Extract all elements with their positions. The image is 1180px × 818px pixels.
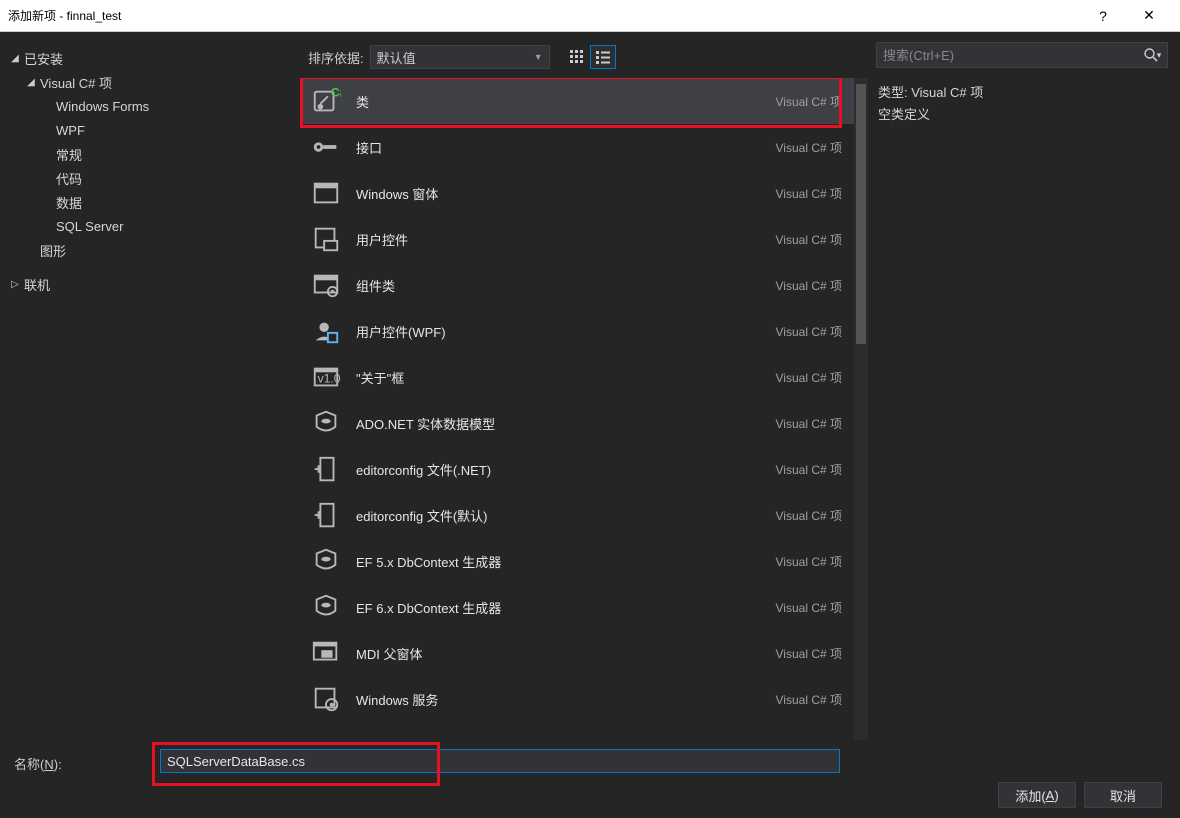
tree-child[interactable]: 常规 (8, 142, 300, 166)
template-name: 用户控件(WPF) (356, 322, 776, 341)
template-icon (308, 221, 344, 257)
search-icon[interactable]: ▾ (1141, 44, 1163, 66)
sort-label: 排序依据: (308, 48, 364, 67)
template-lang: Visual C# 项 (776, 369, 842, 386)
template-name: 接口 (356, 138, 776, 157)
tree-graphics[interactable]: 图形 (8, 238, 300, 262)
title-bar: 添加新项 - finnal_test ? ✕ (0, 0, 1180, 32)
template-row[interactable]: v1.0 "关于"框Visual C# 项 (300, 354, 854, 400)
template-lang: Visual C# 项 (776, 231, 842, 248)
template-name: Windows 服务 (356, 690, 776, 709)
tree-child[interactable]: 数据 (8, 190, 300, 214)
template-lang: Visual C# 项 (776, 691, 842, 708)
sort-value: 默认值 (377, 48, 416, 67)
template-lang: Visual C# 项 (776, 507, 842, 524)
template-lang: Visual C# 项 (776, 323, 842, 340)
close-button[interactable]: ✕ (1126, 0, 1172, 32)
template-name: 类 (356, 92, 776, 111)
template-row[interactable]: 接口Visual C# 项 (300, 124, 854, 170)
template-icon (308, 589, 344, 625)
template-icon: C# (308, 83, 344, 119)
template-icon (308, 405, 344, 441)
template-lang: Visual C# 项 (776, 185, 842, 202)
template-lang: Visual C# 项 (776, 599, 842, 616)
template-lang: Visual C# 项 (776, 139, 842, 156)
template-lang: Visual C# 项 (776, 461, 842, 478)
template-row[interactable]: MDI 父窗体Visual C# 项 (300, 630, 854, 676)
template-name: editorconfig 文件(.NET) (356, 460, 776, 479)
chevron-down-icon: ▼ (534, 52, 543, 62)
template-icon (308, 313, 344, 349)
template-row[interactable]: ADO.NET 实体数据模型Visual C# 项 (300, 400, 854, 446)
template-row[interactable]: editorconfig 文件(.NET)Visual C# 项 (300, 446, 854, 492)
tree-child[interactable]: SQL Server (8, 214, 300, 238)
template-row[interactable]: EF 5.x DbContext 生成器Visual C# 项 (300, 538, 854, 584)
list-icon (595, 49, 611, 65)
details-panel: ▾ 类型: Visual C# 项 空类定义 (868, 32, 1180, 772)
template-row[interactable]: C# 类Visual C# 项 (300, 78, 854, 124)
template-icon (308, 497, 344, 533)
view-mode-details[interactable] (590, 45, 616, 69)
add-button[interactable]: 添加(A) (998, 782, 1076, 808)
template-icon (308, 267, 344, 303)
grid-small-icon (569, 49, 585, 65)
template-lang: Visual C# 项 (776, 93, 842, 110)
template-name: "关于"框 (356, 368, 776, 387)
template-icon (308, 543, 344, 579)
cancel-button[interactable]: 取消 (1084, 782, 1162, 808)
tree-child[interactable]: WPF (8, 118, 300, 142)
name-label: 名称(N): (14, 754, 62, 773)
search-box[interactable]: ▾ (876, 42, 1168, 68)
template-name: ADO.NET 实体数据模型 (356, 414, 776, 433)
template-name: MDI 父窗体 (356, 644, 776, 663)
category-tree: ◢已安装 ◢Visual C# 项 Windows Forms WPF 常规 代… (0, 32, 300, 772)
template-name: EF 5.x DbContext 生成器 (356, 552, 776, 571)
template-list: C#类Visual C# 项接口Visual C# 项Windows 窗体Vis… (300, 78, 868, 772)
sort-row: 排序依据: 默认值 ▼ (300, 42, 868, 72)
template-row[interactable]: 组件类Visual C# 项 (300, 262, 854, 308)
template-scrollbar[interactable] (854, 78, 868, 772)
name-input[interactable] (160, 749, 840, 773)
template-name: 用户控件 (356, 230, 776, 249)
help-button[interactable]: ? (1080, 0, 1126, 32)
window-title: 添加新项 - finnal_test (8, 7, 1080, 24)
template-name: 组件类 (356, 276, 776, 295)
bottom-bar: 名称(N): 添加(A) 取消 (0, 740, 1180, 818)
tree-child[interactable]: Windows Forms (8, 94, 300, 118)
detail-type: 类型: Visual C# 项 (876, 82, 1180, 104)
svg-text:v1.0: v1.0 (318, 372, 341, 386)
tree-installed[interactable]: ◢已安装 (8, 46, 300, 70)
template-row[interactable]: Windows 服务Visual C# 项 (300, 676, 854, 722)
tree-child[interactable]: 代码 (8, 166, 300, 190)
template-row[interactable]: 用户控件Visual C# 项 (300, 216, 854, 262)
template-lang: Visual C# 项 (776, 277, 842, 294)
sort-dropdown[interactable]: 默认值 ▼ (370, 45, 550, 69)
main-area: ◢已安装 ◢Visual C# 项 Windows Forms WPF 常规 代… (0, 32, 1180, 772)
detail-desc: 空类定义 (876, 104, 1180, 126)
template-icon (308, 681, 344, 717)
template-row[interactable]: 用户控件(WPF)Visual C# 项 (300, 308, 854, 354)
template-row[interactable]: Windows 窗体Visual C# 项 (300, 170, 854, 216)
template-row[interactable]: EF 6.x DbContext 生成器Visual C# 项 (300, 584, 854, 630)
center-column: 排序依据: 默认值 ▼ C#类Visual C# 项接口Visual C# 项W… (300, 32, 868, 772)
template-lang: Visual C# 项 (776, 553, 842, 570)
scrollbar-thumb[interactable] (856, 84, 866, 344)
view-mode-small-icons[interactable] (564, 45, 590, 69)
search-input[interactable] (883, 48, 1141, 63)
svg-text:C#: C# (331, 86, 341, 99)
template-name: editorconfig 文件(默认) (356, 506, 776, 525)
template-icon (308, 635, 344, 671)
template-row[interactable]: editorconfig 文件(默认)Visual C# 项 (300, 492, 854, 538)
tree-online[interactable]: ▷联机 (8, 272, 300, 296)
template-icon: v1.0 (308, 359, 344, 395)
template-name: Windows 窗体 (356, 184, 776, 203)
template-icon (308, 129, 344, 165)
template-lang: Visual C# 项 (776, 415, 842, 432)
template-icon (308, 451, 344, 487)
tree-visual-csharp[interactable]: ◢Visual C# 项 (8, 70, 300, 94)
template-name: EF 6.x DbContext 生成器 (356, 598, 776, 617)
template-icon (308, 175, 344, 211)
template-lang: Visual C# 项 (776, 645, 842, 662)
